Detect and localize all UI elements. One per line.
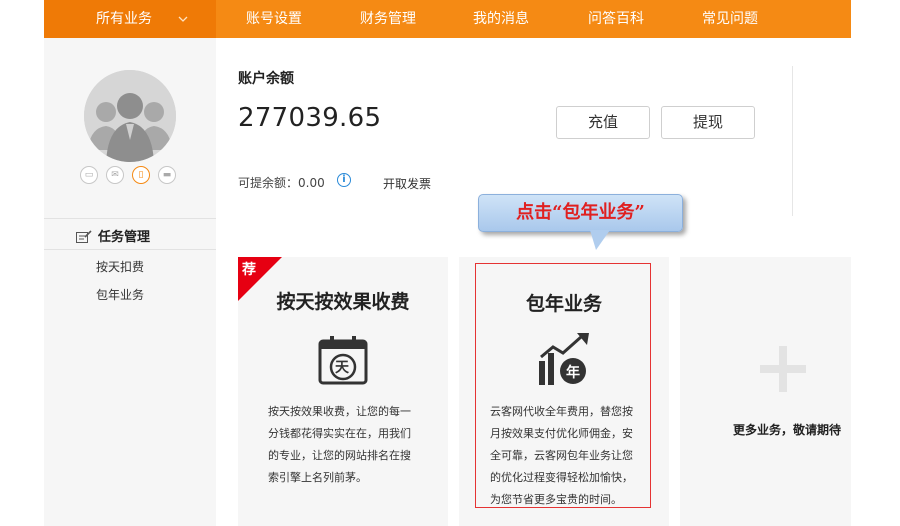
sidebar-section-task-management: 任务管理 [44,218,216,250]
balance-amount: 277039.65 [238,103,382,133]
callout-tail [590,230,610,250]
card-title: 按天按效果收费 [276,291,410,313]
nav-account-settings[interactable]: 账号设置 [246,0,302,38]
withdraw-button[interactable]: 提现 [661,106,755,139]
id-card-icon[interactable]: ▭ [80,166,98,184]
nav-all-services-label: 所有业务 [96,11,152,27]
task-edit-icon [76,228,92,243]
available-balance: 可提余额：0.00 [238,176,325,190]
top-nav: 所有业务 账号设置 财务管理 我的消息 问答百科 常见问题 [44,0,851,38]
sidebar: ▭ ✉ ▯ ▬ 任务管理 按天扣费 包年业务 [44,38,216,526]
highlight-box [475,263,651,508]
sidebar-item-daily-billing[interactable]: 按天扣费 [96,258,144,275]
card-description: 按天按效果收费，让您的每一 分钱都花得实实在在，用我们 的专业，让您的网站排名在… [268,401,411,489]
desc-line: 的专业，让您的网站排名在搜 [268,449,411,462]
recharge-button[interactable]: 充值 [556,106,650,139]
recommend-badge: 荐 [242,262,256,278]
nav-faq[interactable]: 常见问题 [702,0,758,38]
callout-text: 点击“包年业务” [516,202,645,223]
callout-bubble: 点击“包年业务” [478,194,683,232]
email-icon[interactable]: ✉ [106,166,124,184]
nav-messages[interactable]: 我的消息 [473,0,529,38]
desc-line: 分钱都花得实实在在，用我们 [268,427,411,440]
plus-icon [760,346,806,392]
sidebar-item-annual-service[interactable]: 包年业务 [96,286,144,303]
sidebar-section-title: 任务管理 [98,230,151,245]
card-daily-billing[interactable]: 荐 按天按效果收费 天 按天按效果收费，让您的每一 分钱都花得实实在在，用我们 … [238,257,448,526]
divider [792,66,793,216]
avatar[interactable] [84,70,176,162]
nav-all-services[interactable]: 所有业务 [44,0,216,38]
balance-title: 账户余额 [238,71,294,87]
desc-line: 索引擎上名列前茅。 [268,471,367,484]
phone-icon[interactable]: ▯ [132,166,150,184]
bank-card-icon[interactable]: ▬ [158,166,176,184]
invoice-link[interactable]: 开取发票 [383,175,431,192]
calendar-icon: 天 [318,335,368,385]
desc-line: 按天按效果收费，让您的每一 [268,405,411,418]
more-services-text: 更多业务，敬请期待 [733,423,842,437]
verification-badges: ▭ ✉ ▯ ▬ [80,166,190,186]
nav-qa[interactable]: 问答百科 [588,0,644,38]
nav-finance[interactable]: 财务管理 [360,0,416,38]
info-icon[interactable]: i [337,173,351,187]
calendar-icon-char: 天 [335,360,349,376]
